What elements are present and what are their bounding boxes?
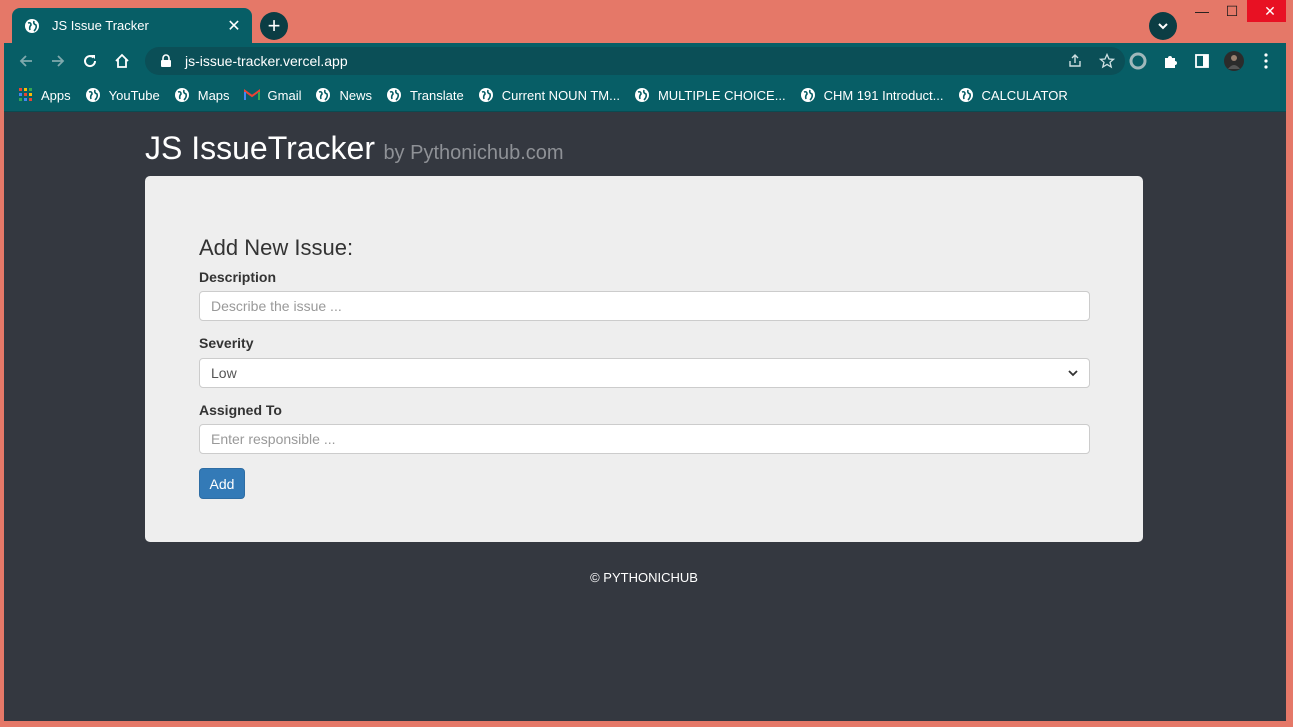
bookmark-label: Translate (410, 87, 464, 103)
add-issue-panel: Add New Issue: Description Severity Low … (145, 176, 1143, 542)
globe-icon (387, 88, 401, 102)
bookmark-star-icon[interactable] (1093, 47, 1121, 75)
tab-strip: JS Issue Tracker ✕ + — ☐ ✕ (4, 0, 1286, 43)
lock-icon (161, 54, 171, 67)
bookmarks-bar: Apps YouTube Maps Gmail News Translate C… (4, 79, 1286, 112)
side-panel-icon[interactable] (1186, 45, 1218, 77)
home-icon (115, 53, 129, 68)
globe-icon (800, 88, 815, 102)
extensions-puzzle-icon[interactable] (1154, 45, 1186, 77)
close-window-button[interactable]: ✕ (1247, 0, 1286, 22)
bookmark-label: Maps (197, 87, 230, 103)
bookmark-label: Current NOUN TM... (501, 87, 620, 103)
bookmark-label: CALCULATOR (981, 87, 1068, 103)
forward-arrow-icon (52, 55, 65, 67)
home-button[interactable] (106, 45, 138, 77)
reload-button[interactable] (74, 45, 106, 77)
share-icon[interactable] (1061, 47, 1089, 75)
bookmark-multiple-choice[interactable]: MULTIPLE CHOICE... (634, 87, 786, 103)
browser-toolbar: js-issue-tracker.vercel.app (4, 43, 1286, 79)
severity-label: Severity (199, 335, 254, 351)
page-content: JS IssueTracker by Pythonichub.com Add N… (4, 112, 1286, 721)
bookmark-label: Apps (41, 87, 71, 103)
browser-window: JS Issue Tracker ✕ + — ☐ ✕ js-issue-trac… (4, 0, 1286, 721)
bookmark-youtube[interactable]: YouTube (85, 87, 160, 103)
globe-icon (85, 88, 100, 102)
gmail-icon (243, 89, 260, 100)
globe-icon (174, 88, 189, 102)
back-arrow-icon (19, 55, 32, 67)
tab-close-icon[interactable]: ✕ (226, 18, 242, 35)
assigned-to-input[interactable] (199, 424, 1090, 454)
severity-select[interactable]: Low (199, 358, 1090, 388)
back-button[interactable] (10, 45, 42, 77)
bookmark-chm-191[interactable]: CHM 191 Introduct... (800, 87, 944, 103)
bookmark-label: Gmail (267, 87, 302, 103)
extension-area (1122, 45, 1282, 77)
bookmark-label: YouTube (108, 87, 160, 103)
page-title: JS IssueTracker (145, 130, 375, 166)
site-title: JS IssueTracker by Pythonichub.com (145, 130, 564, 167)
form-heading: Add New Issue: (199, 235, 354, 260)
bookmark-calculator[interactable]: CALCULATOR (958, 87, 1068, 103)
bookmark-gmail[interactable]: Gmail (243, 87, 302, 103)
globe-icon (634, 88, 649, 102)
bookmark-news[interactable]: News (315, 87, 372, 103)
url-text: js-issue-tracker.vercel.app (185, 53, 348, 69)
new-tab-button[interactable]: + (260, 12, 288, 40)
chevron-down-icon (1068, 370, 1078, 377)
chevron-down-icon (1158, 23, 1168, 30)
profile-avatar[interactable] (1218, 45, 1250, 77)
bookmark-current-noun[interactable]: Current NOUN TM... (478, 87, 620, 103)
bookmark-label: MULTIPLE CHOICE... (657, 87, 786, 103)
extension-vpn-icon[interactable] (1122, 45, 1154, 77)
footer-copyright: © PYTHONICHUB (590, 570, 698, 585)
page-subtitle: by Pythonichub.com (383, 142, 564, 164)
bookmark-apps[interactable]: Apps (19, 88, 71, 103)
maximize-button[interactable]: ☐ (1217, 0, 1247, 22)
bookmark-maps[interactable]: Maps (174, 87, 230, 103)
globe-icon (25, 18, 39, 33)
assigned-to-label: Assigned To (199, 402, 282, 418)
bookmark-label: CHM 191 Introduct... (823, 87, 944, 103)
apps-grid-icon (19, 88, 32, 101)
address-bar[interactable]: js-issue-tracker.vercel.app (145, 47, 1125, 75)
browser-menu-icon[interactable] (1250, 45, 1282, 77)
description-input[interactable] (199, 291, 1090, 321)
tab-title: JS Issue Tracker (52, 18, 149, 33)
globe-icon (478, 88, 493, 102)
window-controls: — ☐ ✕ (1187, 0, 1286, 22)
severity-value: Low (211, 365, 237, 381)
globe-icon (316, 88, 331, 102)
minimize-button[interactable]: — (1187, 0, 1217, 22)
description-label: Description (199, 269, 277, 285)
reload-icon (84, 55, 97, 68)
forward-button[interactable] (42, 45, 74, 77)
tab-search-button[interactable] (1149, 12, 1177, 40)
add-button[interactable]: Add (199, 468, 245, 499)
globe-icon (958, 88, 973, 102)
bookmark-label: News (339, 87, 372, 103)
bookmark-translate[interactable]: Translate (386, 87, 464, 103)
tab-active[interactable]: JS Issue Tracker ✕ (12, 8, 252, 43)
